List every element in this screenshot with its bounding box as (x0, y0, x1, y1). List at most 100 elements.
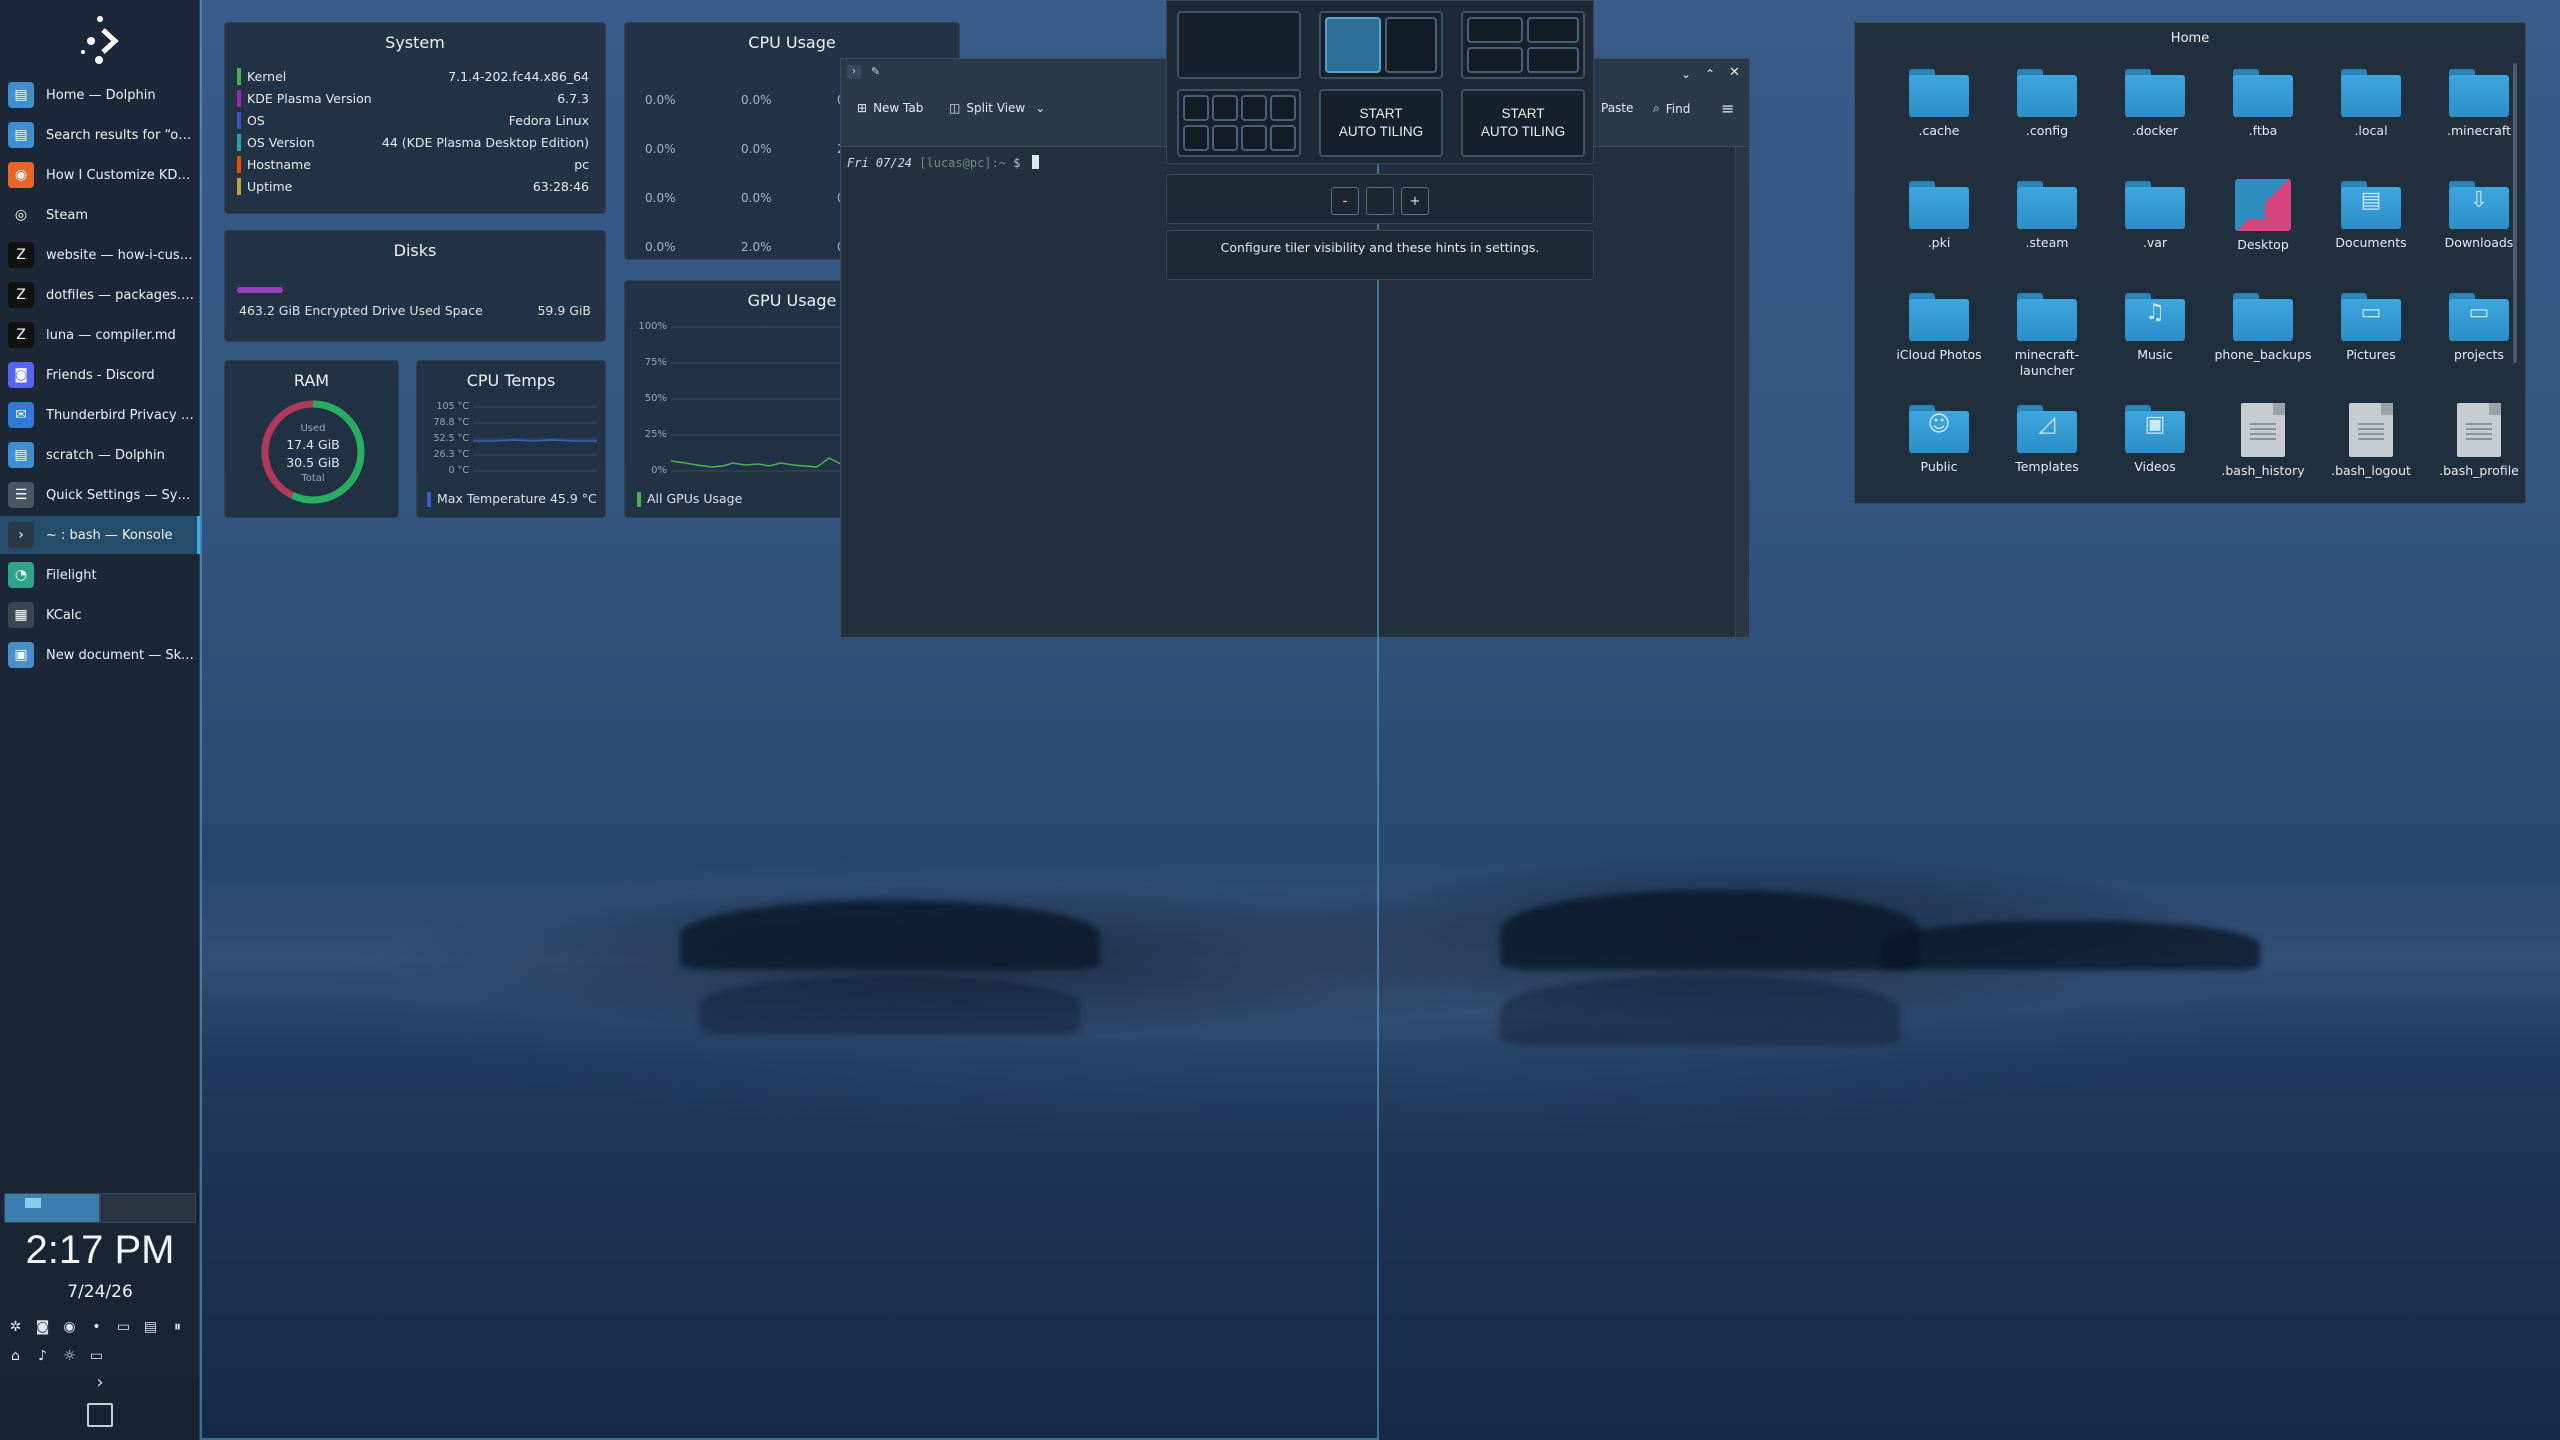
folder-item[interactable]: iCloud Photos (1887, 291, 1991, 363)
folder-item[interactable]: .var (2103, 179, 2207, 251)
tile-cell[interactable] (1183, 125, 1209, 151)
minimize-icon[interactable]: ⌄ (1681, 67, 1691, 81)
prompt-user: [lucas@pc]:~ (919, 156, 1006, 170)
dolphin-scrollbar[interactable] (2513, 63, 2517, 363)
steam-icon: ◎ (8, 202, 34, 228)
split-view-button[interactable]: ◫ Split View ⌄ (949, 101, 1045, 115)
paste-button[interactable]: Paste (1601, 101, 1633, 115)
start-auto-tiling-button[interactable]: START AUTO TILING (1319, 89, 1443, 157)
taskbar-task[interactable]: ☰ Quick Settings — Syste... (0, 476, 200, 514)
layout-grid-2x2[interactable] (1461, 11, 1585, 79)
display-icon[interactable]: ▭ (87, 1346, 106, 1365)
folder-icon (2449, 67, 2509, 117)
folder-item[interactable]: ☺ Public (1887, 403, 1991, 475)
layout-grid-4x2[interactable] (1177, 89, 1301, 157)
tile-cell[interactable] (1212, 95, 1238, 121)
taskbar-task[interactable]: ▤ Home — Dolphin (0, 76, 200, 114)
tile-cell[interactable] (1270, 95, 1296, 121)
pause-icon[interactable]: ⏸ (168, 1317, 187, 1336)
tile-cell[interactable] (1241, 125, 1267, 151)
tile-cell[interactable] (1183, 95, 1209, 121)
folder-item[interactable]: ◿ Templates (1995, 403, 2099, 475)
tile-cell[interactable] (1527, 47, 1579, 73)
volume-icon[interactable]: ♪ (33, 1346, 52, 1365)
folder-item[interactable]: .config (1995, 67, 2099, 139)
layout-single[interactable] (1177, 11, 1301, 79)
taskbar-task[interactable]: ▦ KCalc (0, 596, 200, 634)
hamburger-menu-icon[interactable]: ≡ (1721, 99, 1734, 118)
taskbar-task[interactable]: ✉ Thunderbird Privacy N... (0, 396, 200, 434)
taskbar-task[interactable]: ◎ Steam (0, 196, 200, 234)
clipboard-icon[interactable]: ▤ (141, 1317, 160, 1336)
tray-expand-button[interactable]: › (88, 1372, 112, 1396)
cpu-core-value: 0.0% (741, 93, 772, 107)
taskbar-task[interactable]: › ~ : bash — Konsole (0, 516, 200, 554)
tile-cell-selected[interactable] (1325, 17, 1381, 73)
taskbar-task[interactable]: ◙ Friends - Discord (0, 356, 200, 394)
folder-icon: ◿ (2017, 403, 2077, 453)
taskbar-task-label: Quick Settings — Syste... (46, 487, 196, 503)
taskbar-task[interactable]: Zluna — compiler.md (0, 316, 200, 354)
gap-value-box[interactable] (1366, 187, 1394, 215)
increase-button[interactable]: + (1401, 187, 1429, 215)
folder-item[interactable]: minecraft-launcher (1995, 291, 2099, 379)
folder-item[interactable]: .local (2319, 67, 2423, 139)
file-name: Pictures (2346, 347, 2396, 362)
folder-item[interactable]: phone_backups (2211, 291, 2315, 363)
bug-icon[interactable]: ✲ (6, 1317, 25, 1336)
taskbar-task[interactable]: ◔ Filelight (0, 556, 200, 594)
app-launcher-button[interactable] (70, 16, 130, 66)
tile-cell[interactable] (1467, 17, 1523, 43)
tile-cell[interactable] (1385, 17, 1437, 73)
folder-item[interactable]: ▤ Documents (2319, 179, 2423, 251)
folder-item[interactable]: ▣ Videos (2103, 403, 2207, 475)
folder-item[interactable]: .pki (1887, 179, 1991, 251)
new-tab-button[interactable]: ⊞ New Tab (857, 101, 923, 115)
terminal-scrollbar[interactable] (1735, 147, 1749, 637)
tile-cell[interactable] (1270, 125, 1296, 151)
folder-item[interactable]: .ftba (2211, 67, 2315, 139)
terminal-icon[interactable]: ▭ (114, 1317, 133, 1336)
network-icon[interactable]: ⌂ (6, 1346, 25, 1365)
pin-icon[interactable]: ✎ (871, 65, 880, 78)
clock-time[interactable]: 2:17 PM (0, 1228, 200, 1273)
file-item[interactable]: .bash_profile (2427, 403, 2531, 479)
taskbar-task[interactable]: Zdotfiles — packages.txt (0, 276, 200, 314)
widget-title: Disks (393, 241, 437, 260)
dot-icon[interactable]: • (87, 1317, 106, 1336)
layout-two-columns[interactable] (1319, 11, 1443, 79)
tile-cell[interactable] (1212, 125, 1238, 151)
folder-item[interactable]: ♫ Music (2103, 291, 2207, 363)
wallpaper-reflection (700, 975, 1080, 1035)
file-item[interactable]: .bash_history (2211, 403, 2315, 479)
close-icon[interactable]: ✕ (1729, 65, 1740, 80)
taskbar-task[interactable]: ▤ Search results for “opti... (0, 116, 200, 154)
steam-icon[interactable]: ◉ (60, 1317, 79, 1336)
show-desktop-button[interactable] (87, 1403, 113, 1427)
taskbar-task[interactable]: ▤ scratch — Dolphin (0, 436, 200, 474)
tile-cell[interactable] (1467, 47, 1523, 73)
folder-item[interactable]: .cache (1887, 67, 1991, 139)
tile-cell[interactable] (1241, 95, 1267, 121)
folder-item[interactable]: .docker (2103, 67, 2207, 139)
start-auto-tiling-button[interactable]: START AUTO TILING (1461, 89, 1585, 157)
folder-item[interactable]: .steam (1995, 179, 2099, 251)
virtual-desktop-pager[interactable] (4, 1193, 196, 1223)
folder-item[interactable]: ▭ Pictures (2319, 291, 2423, 363)
brightness-icon[interactable]: ☼ (60, 1346, 79, 1365)
taskbar-task[interactable]: ▣ New document — Ska... (0, 636, 200, 674)
pager-desktop-1[interactable] (4, 1193, 100, 1223)
folder-item[interactable]: Desktop (2211, 179, 2315, 253)
tile-cell[interactable] (1527, 17, 1579, 43)
dolphin-desktop-view[interactable]: Home .cache .config .docker .ftba .local .min… (1854, 22, 2526, 504)
decrease-button[interactable]: - (1331, 187, 1359, 215)
maximize-icon[interactable]: ⌃ (1705, 67, 1715, 81)
discord-icon[interactable]: ◙ (33, 1317, 52, 1336)
clock-date[interactable]: 7/24/26 (0, 1282, 200, 1302)
taskbar-task[interactable]: Zwebsite — how-i-custo... (0, 236, 200, 274)
taskbar-task[interactable]: ◉ How I Customize KDE ... (0, 156, 200, 194)
file-item[interactable]: .bash_logout (2319, 403, 2423, 479)
row-color-marker (237, 133, 241, 151)
find-button[interactable]: ⌕ Find (1653, 101, 1690, 116)
pager-desktop-2[interactable] (100, 1193, 196, 1223)
